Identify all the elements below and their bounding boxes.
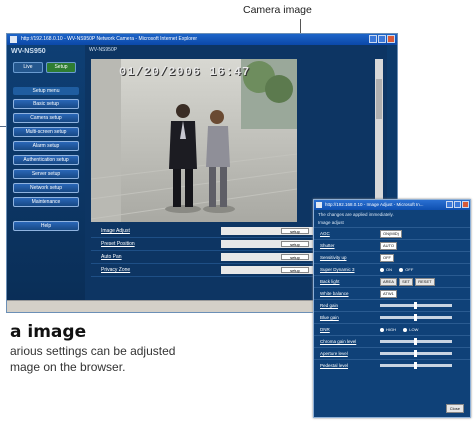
setup-button[interactable]: Setup	[46, 62, 76, 73]
sensitivity-label: Sensitivity up	[320, 255, 347, 260]
super-dynamic-row: Super Dynamic 3 ON OFF	[314, 263, 470, 275]
agc-row: AGC ON(MID)	[314, 227, 470, 239]
image-adjust-window: http://192.168.0.10 - Image Adjust - Mic…	[313, 199, 471, 418]
menu-maintenance[interactable]: Maintenance	[13, 197, 79, 207]
popup-note: The changes are applied immediately.	[318, 212, 394, 217]
setup-sidebar: WV-NS950 Live Setup Setup menu Basic set…	[7, 45, 85, 303]
dnr-low-radio[interactable]: LOW	[403, 327, 418, 332]
description-line-1: arious settings can be adjusted	[10, 344, 176, 358]
menu-network-setup[interactable]: Network setup	[13, 183, 79, 193]
aperture-row: Aperture level	[314, 347, 470, 359]
red-gain-row: Red gain	[314, 299, 470, 311]
back-light-area-button[interactable]: AREA	[380, 277, 397, 286]
menu-multi-screen-setup[interactable]: Multi-screen setup	[13, 127, 79, 137]
minimize-icon[interactable]	[446, 201, 453, 208]
pedestal-slider[interactable]	[380, 362, 452, 370]
aperture-slider[interactable]	[380, 350, 452, 358]
popup-title: http://192.168.0.10 - Image Adjust - Mic…	[325, 202, 424, 207]
blue-gain-row: Blue gain	[314, 311, 470, 323]
close-icon[interactable]	[387, 35, 395, 43]
setup-button[interactable]: setup	[281, 228, 309, 234]
popup-section-title: Image adjust	[318, 220, 344, 225]
settings-row-label[interactable]: Image Adjust	[91, 228, 221, 234]
aperture-label: Aperture level	[320, 351, 348, 356]
popup-window-controls	[446, 201, 469, 208]
setup-menu-header: Setup menu	[13, 87, 79, 95]
sensitivity-select[interactable]: OFF	[380, 253, 394, 262]
view-toggle: Live Setup	[7, 58, 85, 77]
ie-icon	[316, 202, 322, 208]
pedestal-label: Pedestal level	[320, 363, 349, 368]
settings-row-label[interactable]: Preset Position	[91, 241, 221, 247]
window-controls	[369, 35, 395, 43]
settings-row-label[interactable]: Privacy Zone	[91, 267, 221, 273]
back-light-reset-button[interactable]: RESET	[415, 277, 435, 286]
shutter-row: Shutter AUTO	[314, 239, 470, 251]
scrollbar-thumb[interactable]	[376, 79, 382, 119]
setup-button[interactable]: setup	[281, 254, 309, 260]
menu-server-setup[interactable]: Server setup	[13, 169, 79, 179]
description-line-2: mage on the browser.	[10, 360, 126, 374]
back-light-label: Back light	[320, 279, 340, 284]
chroma-gain-label: Chroma gain level	[320, 339, 357, 344]
pedestal-row: Pedestal level	[314, 359, 470, 371]
menu-alarm-setup[interactable]: Alarm setup	[13, 141, 79, 151]
menu-basic-setup[interactable]: Basic setup	[13, 99, 79, 109]
red-gain-label: Red gain	[320, 303, 339, 308]
dnr-high-radio[interactable]: HIGH	[380, 327, 396, 332]
white-balance-label: White balance	[320, 291, 349, 296]
close-icon[interactable]	[462, 201, 469, 208]
blue-gain-label: Blue gain	[320, 315, 339, 320]
red-gain-slider[interactable]	[380, 302, 452, 310]
super-dynamic-on-radio[interactable]: ON	[380, 267, 392, 272]
menu-authentication-setup[interactable]: Authentication setup	[13, 155, 79, 165]
minimize-icon[interactable]	[369, 35, 377, 43]
setup-button[interactable]: setup	[281, 267, 309, 273]
chroma-gain-slider[interactable]	[380, 338, 452, 346]
timestamp-overlay: 01/20/2006 16:47	[119, 65, 251, 79]
dnr-label: DNR	[320, 327, 330, 332]
setup-button[interactable]: setup	[281, 241, 309, 247]
help-button[interactable]: Help	[13, 221, 79, 231]
chroma-gain-row: Chroma gain level	[314, 335, 470, 347]
live-button[interactable]: Live	[13, 62, 43, 73]
back-light-row: Back light AREA SET RESET	[314, 275, 470, 287]
white-balance-row: White balance ATW1	[314, 287, 470, 299]
browser-title-bar: http://192.168.0.10 - WV-NS950P Network …	[7, 34, 397, 45]
super-dynamic-off-radio[interactable]: OFF	[399, 267, 413, 272]
blue-gain-slider[interactable]	[380, 314, 452, 322]
menu-camera-setup[interactable]: Camera setup	[13, 113, 79, 123]
camera-image: 01/20/2006 16:47	[91, 59, 297, 222]
section-heading: a image	[10, 322, 87, 342]
ie-icon	[10, 36, 17, 43]
camera-scene	[91, 59, 297, 222]
dnr-row: DNR HIGH LOW	[314, 323, 470, 335]
maximize-icon[interactable]	[454, 201, 461, 208]
shutter-select[interactable]: AUTO	[380, 241, 398, 250]
shutter-label: Shutter	[320, 243, 335, 248]
maximize-icon[interactable]	[378, 35, 386, 43]
settings-row-label[interactable]: Auto Pan	[91, 254, 221, 260]
super-dynamic-label: Super Dynamic 3	[320, 267, 355, 272]
back-light-set-button[interactable]: SET	[399, 277, 413, 286]
product-brand: WV-NS950	[11, 48, 46, 55]
popup-title-bar: http://192.168.0.10 - Image Adjust - Mic…	[314, 200, 470, 210]
agc-label: AGC	[320, 231, 330, 236]
popup-close-button[interactable]: Close	[445, 404, 464, 413]
sensitivity-row: Sensitivity up OFF	[314, 251, 470, 263]
white-balance-select[interactable]: ATW1	[380, 289, 397, 298]
browser-title: http://192.168.0.10 - WV-NS950P Network …	[21, 36, 198, 42]
content-title: WV-NS950P	[89, 47, 118, 53]
camera-image-callout: Camera image	[243, 4, 312, 16]
agc-select[interactable]: ON(MID)	[380, 229, 402, 238]
